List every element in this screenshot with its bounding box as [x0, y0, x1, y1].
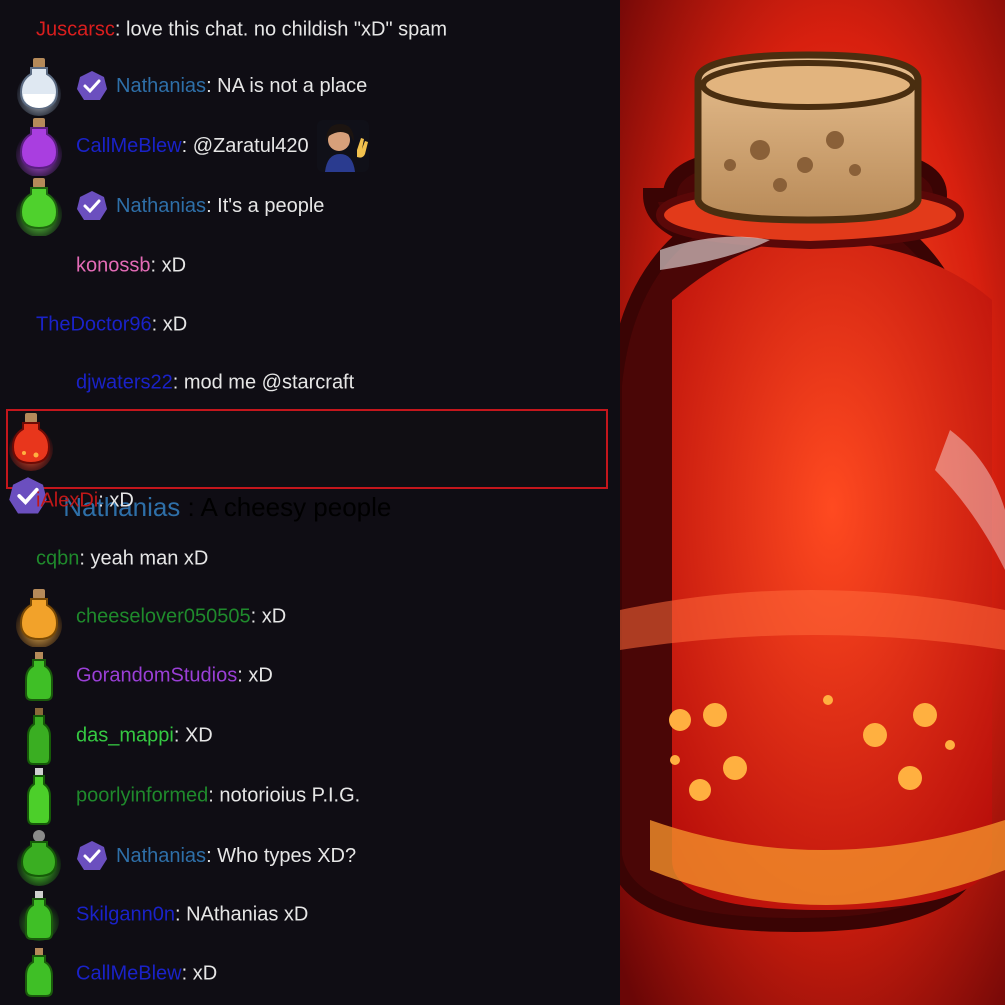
chat-text: : yeah man xD [79, 547, 209, 570]
chat-username[interactable]: CallMeBlew [76, 963, 182, 986]
verified-badge-icon [76, 190, 108, 222]
chat-text: : love this chat. no childish "xD" spam [114, 18, 448, 41]
potion-green-tall-icon [16, 706, 62, 766]
verified-badge-icon [76, 70, 108, 102]
chat-username[interactable]: djwaters22 [76, 372, 173, 395]
chat-username[interactable]: TheDoctor96 [36, 314, 152, 337]
potion-green-tall-icon [16, 766, 62, 826]
chat-message: das_mappi : XD [0, 706, 620, 766]
potion-purple-icon [16, 116, 62, 177]
potion-green-small-icon [16, 646, 62, 706]
chat-panel: Juscarsc : love this chat. no childish "… [0, 0, 620, 1005]
chat-username[interactable]: Nathanias [116, 75, 206, 98]
chat-message: Juscarsc : love this chat. no childish "… [0, 0, 620, 60]
chat-username[interactable]: Nathanias [116, 195, 206, 218]
chat-text: : xD [98, 489, 134, 512]
chat-username[interactable]: GorandomStudios [76, 665, 237, 688]
potion-green-small-icon [16, 885, 62, 945]
chat-username[interactable]: poorlyinformed [76, 785, 208, 808]
chat-username[interactable]: Skilgann0n [76, 904, 175, 927]
chat-message: djwaters22 : mod me @starcraft [0, 353, 620, 413]
waving-woman-emote-icon [316, 120, 369, 172]
chat-username[interactable]: Nathanias [116, 845, 206, 868]
chat-message: GorandomStudios : xD [0, 646, 620, 706]
potion-green-icon [16, 176, 62, 237]
chat-text: : Who types XD? [206, 844, 357, 867]
chat-username[interactable]: iAlexDi [36, 490, 98, 513]
chat-message: Skilgann0n : NAthanias xD [0, 885, 620, 945]
chat-text: : xD [151, 313, 188, 336]
chat-message: konossb : xD [0, 236, 620, 296]
chat-message: Nathanias : NA is not a place [0, 56, 620, 116]
chat-message: cheeselover050505 : xD [0, 587, 620, 648]
chat-message: cqbn : yeah man xD [0, 529, 620, 589]
chat-text: : xD [250, 605, 287, 628]
chat-text: : NA is not a place [206, 74, 368, 97]
chat-message: iAlexDi : xD [0, 471, 620, 531]
chat-username[interactable]: das_mappi [76, 725, 174, 748]
chat-username[interactable]: cheeselover050505 [76, 606, 251, 629]
chat-text: : xD [237, 664, 273, 687]
chat-message: Nathanias : It's a people [0, 176, 620, 237]
potion-green-small-icon [16, 944, 62, 1004]
potion-red-icon [8, 411, 606, 476]
chat-username[interactable]: konossb [76, 255, 151, 278]
potion-white-icon [16, 56, 62, 116]
potion-orange-icon [16, 587, 62, 648]
chat-username[interactable]: CallMeBlew [76, 135, 182, 158]
chat-message: Nathanias : Who types XD? [0, 826, 620, 886]
chat-message: CallMeBlew : xD [0, 944, 620, 1004]
chat-message: CallMeBlew : @Zaratul420 [0, 116, 620, 177]
chat-text: : xD [181, 962, 218, 985]
verified-badge-icon [76, 840, 108, 872]
chat-username[interactable]: cqbn [36, 548, 79, 571]
chat-text: : mod me @starcraft [172, 371, 355, 394]
chat-text: : notorioius P.I.G. [208, 784, 361, 807]
potion-green-skull-icon [16, 826, 62, 886]
chat-text: : NAthanias xD [174, 903, 309, 926]
chat-username[interactable]: Juscarsc [36, 19, 115, 42]
chat-message: TheDoctor96 : xD [0, 295, 620, 355]
chat-text: : xD [150, 254, 187, 277]
chat-text: : @Zaratul420 [181, 134, 309, 157]
chat-text: : It's a people [206, 194, 325, 217]
chat-text: : XD [173, 724, 213, 747]
red-potion-artwork [620, 0, 1005, 1005]
chat-message: poorlyinformed : notorioius P.I.G. [0, 766, 620, 826]
